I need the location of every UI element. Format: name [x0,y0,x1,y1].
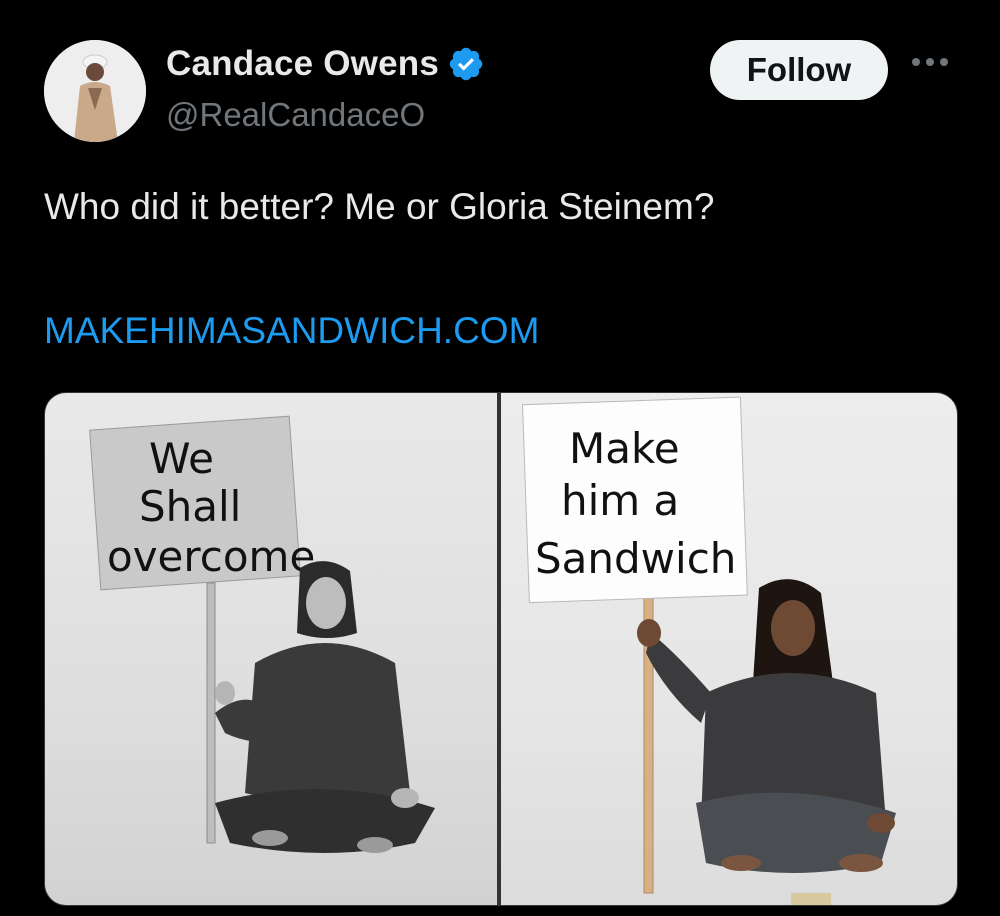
author-handle[interactable]: @RealCandaceO [166,96,425,134]
media-photo-left[interactable]: We Shall overcome [45,393,497,905]
left-sign-line3: overcome [107,532,315,581]
avatar-photo [44,40,146,142]
left-sign-line1: We [149,434,214,483]
author-name-row: Candace Owens [166,44,485,84]
verified-badge-icon [449,47,483,81]
left-sign-line2: Shall [139,482,241,531]
more-dot [912,58,920,66]
right-photo-illustration: Make him a Sandwich [521,396,896,905]
follow-button[interactable]: Follow [710,40,888,100]
media-photo-right[interactable]: Make him a Sandwich [501,393,957,905]
author-avatar[interactable] [44,40,146,142]
right-sign-line1: Make [569,424,680,473]
tweet-link[interactable]: MAKEHIMASANDWICH.COM [44,310,539,352]
right-sign-line2: him a [561,476,679,525]
left-photo-illustration: We Shall overcome [89,415,435,853]
tweet-text: Who did it better? Me or Gloria Steinem? [44,186,715,227]
more-dot [926,58,934,66]
right-sign-line3: Sandwich [535,534,736,583]
more-dot [940,58,948,66]
more-options-icon[interactable] [912,58,948,66]
author-name[interactable]: Candace Owens [166,44,439,84]
tweet-media[interactable]: We Shall overcome Make him a Sandwich [44,392,958,906]
